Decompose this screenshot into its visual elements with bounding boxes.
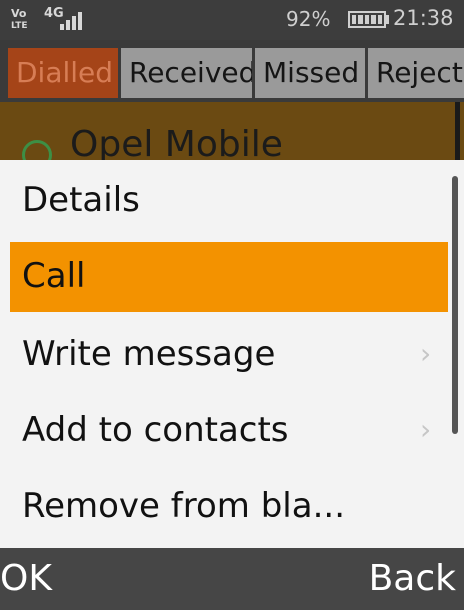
ok-softkey[interactable]: OK: [0, 558, 52, 599]
menu-item-label: Add to contacts: [22, 410, 289, 450]
softkey-bar: OK Back: [0, 548, 464, 610]
call-log-tabs: Dialled Received Missed Reject: [0, 40, 464, 102]
menu-scrollbar[interactable]: [452, 176, 458, 434]
back-softkey[interactable]: Back: [369, 558, 456, 599]
phone-screen: Vo LTE 4G 92% 21:38 Dialled Received Mis…: [0, 0, 464, 610]
volte-icon: Vo LTE: [11, 8, 37, 34]
contact-name: Opel Mobile: [70, 124, 283, 165]
volte-top-text: Vo: [11, 7, 27, 20]
signal-icon: [60, 12, 84, 30]
tab-missed[interactable]: Missed: [255, 48, 365, 98]
status-bar: Vo LTE 4G 92% 21:38: [0, 0, 464, 40]
chevron-right-icon: ›: [420, 413, 432, 446]
menu-item-write-message[interactable]: Write message ›: [0, 316, 464, 392]
menu-item-label: Remove from bla...: [22, 486, 345, 526]
menu-item-details[interactable]: Details: [0, 162, 464, 238]
battery-icon: [348, 11, 386, 28]
volte-bottom-text: LTE: [11, 21, 28, 31]
battery-tip: [386, 15, 389, 24]
tab-rejected[interactable]: Reject: [368, 48, 464, 98]
tab-received[interactable]: Received: [121, 48, 252, 98]
tab-dialled[interactable]: Dialled: [8, 48, 118, 98]
menu-item-remove-from-blacklist[interactable]: Remove from bla...: [0, 468, 464, 544]
menu-item-label: Call: [22, 256, 86, 296]
menu-item-add-to-contacts[interactable]: Add to contacts ›: [0, 392, 464, 468]
options-menu: Details Call Write message › Add to cont…: [0, 160, 464, 548]
clock: 21:38: [393, 6, 454, 30]
chevron-right-icon: ›: [420, 337, 432, 370]
battery-percent: 92%: [286, 7, 331, 31]
menu-item-label: Write message: [22, 334, 276, 374]
menu-item-call[interactable]: Call: [0, 238, 464, 314]
menu-item-label: Details: [22, 180, 140, 220]
